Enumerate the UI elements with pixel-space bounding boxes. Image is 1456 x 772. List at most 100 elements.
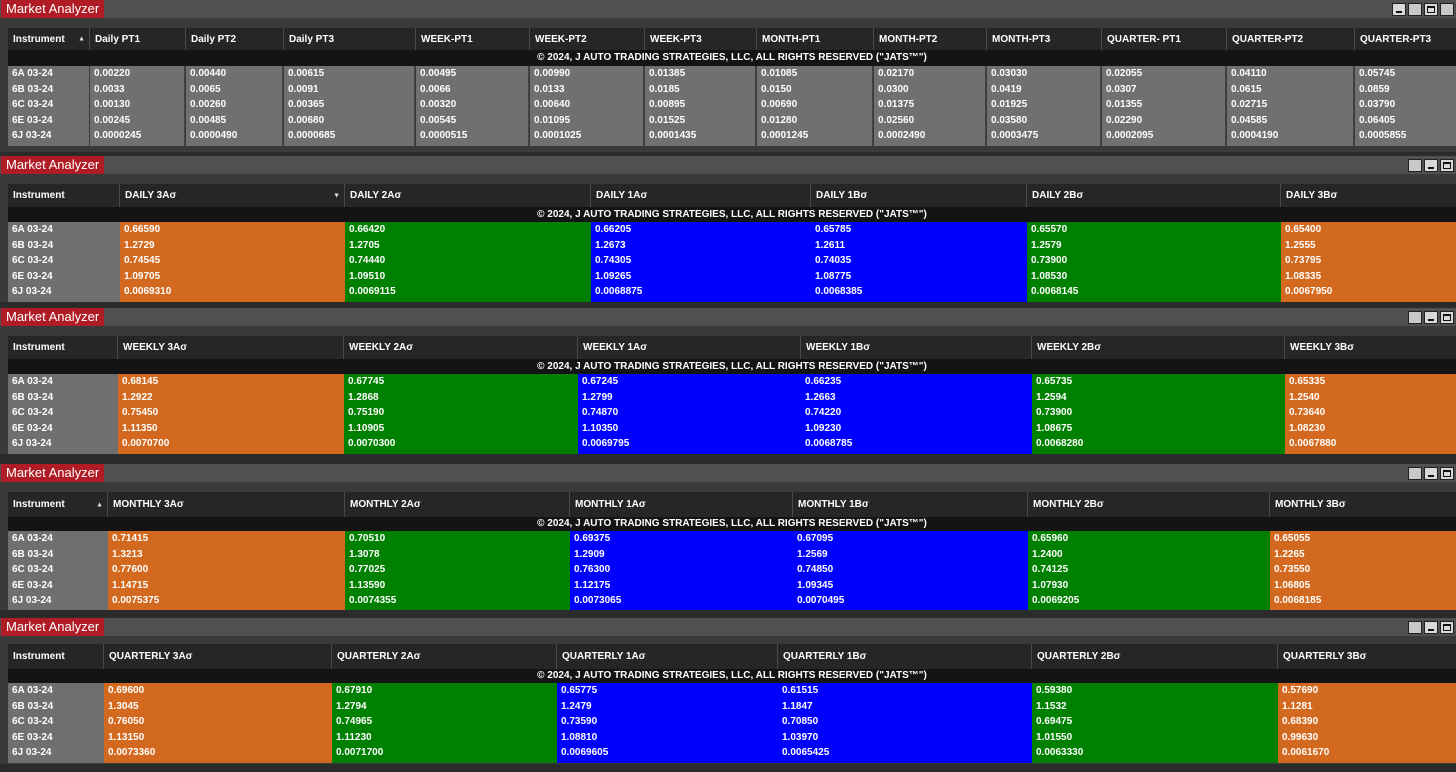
- value-cell[interactable]: 0.0070495: [793, 593, 1028, 609]
- window-titlebar[interactable]: Market Analyzer: [0, 618, 1456, 636]
- value-cell[interactable]: 0.66590: [120, 222, 345, 238]
- column-header[interactable]: DAILY 3Bσ: [1281, 184, 1456, 207]
- value-cell[interactable]: 0.00690: [757, 97, 872, 113]
- column-header[interactable]: Daily PT2: [186, 28, 284, 50]
- value-cell[interactable]: 0.0073360: [104, 745, 332, 761]
- value-cell[interactable]: 0.0071700: [332, 745, 557, 761]
- value-cell[interactable]: 0.75190: [344, 405, 578, 421]
- value-cell[interactable]: 0.73795: [1281, 253, 1456, 269]
- value-cell[interactable]: 0.0002490: [874, 128, 985, 144]
- value-cell[interactable]: 0.0065425: [778, 745, 1032, 761]
- value-cell[interactable]: 0.0066: [416, 82, 528, 98]
- value-cell[interactable]: 0.73900: [1027, 253, 1281, 269]
- column-header[interactable]: QUARTER- PT1: [1102, 28, 1227, 50]
- instrument-cell[interactable]: 6B 03-24: [8, 390, 118, 406]
- value-cell[interactable]: 0.01525: [645, 113, 755, 129]
- value-cell[interactable]: 1.2729: [120, 238, 345, 254]
- value-cell[interactable]: 1.13150: [104, 730, 332, 746]
- value-cell[interactable]: 0.0070700: [118, 436, 344, 452]
- value-cell[interactable]: 0.65335: [1285, 374, 1456, 390]
- value-cell[interactable]: 1.2794: [332, 699, 557, 715]
- column-header[interactable]: WEEK-PT1: [416, 28, 530, 50]
- column-header[interactable]: MONTHLY 1Bσ: [793, 492, 1028, 517]
- value-cell[interactable]: 0.0307: [1102, 82, 1225, 98]
- instrument-cell[interactable]: 6E 03-24: [8, 269, 120, 285]
- value-cell[interactable]: 0.75450: [118, 405, 344, 421]
- instrument-cell[interactable]: 6A 03-24: [8, 374, 118, 390]
- instrument-cell[interactable]: 6B 03-24: [8, 547, 108, 563]
- value-cell[interactable]: 0.0067950: [1281, 284, 1456, 300]
- value-cell[interactable]: 0.65400: [1281, 222, 1456, 238]
- value-cell[interactable]: 0.0073065: [570, 593, 793, 609]
- value-cell[interactable]: 1.2663: [801, 390, 1032, 406]
- value-cell[interactable]: 0.0000245: [90, 128, 184, 144]
- value-cell[interactable]: 0.0001245: [757, 128, 872, 144]
- value-cell[interactable]: 1.08335: [1281, 269, 1456, 285]
- value-cell[interactable]: 0.74850: [793, 562, 1028, 578]
- column-header[interactable]: MONTHLY 3Bσ: [1270, 492, 1456, 517]
- value-cell[interactable]: 0.01925: [987, 97, 1100, 113]
- column-header[interactable]: Instrument ▲: [8, 28, 90, 50]
- value-cell[interactable]: 0.02290: [1102, 113, 1225, 129]
- instrument-cell[interactable]: 6A 03-24: [8, 531, 108, 547]
- maximize-icon[interactable]: [1440, 159, 1454, 172]
- value-cell[interactable]: 0.73590: [557, 714, 778, 730]
- value-cell[interactable]: 0.0033: [90, 82, 184, 98]
- value-cell[interactable]: 1.13590: [345, 578, 570, 594]
- value-cell[interactable]: 1.08775: [811, 269, 1027, 285]
- value-cell[interactable]: 0.02715: [1227, 97, 1353, 113]
- value-cell[interactable]: 0.0000515: [416, 128, 528, 144]
- value-cell[interactable]: 0.02170: [874, 66, 985, 82]
- value-cell[interactable]: 0.70510: [345, 531, 570, 547]
- instrument-cell[interactable]: 6C 03-24: [8, 562, 108, 578]
- column-header[interactable]: WEEK-PT3: [645, 28, 757, 50]
- value-cell[interactable]: 1.2922: [118, 390, 344, 406]
- value-cell[interactable]: 0.65785: [811, 222, 1027, 238]
- value-cell[interactable]: 0.74870: [578, 405, 801, 421]
- column-header[interactable]: WEEKLY 3Aσ: [118, 336, 344, 359]
- value-cell[interactable]: 1.09265: [591, 269, 811, 285]
- column-header[interactable]: MONTH-PT3: [987, 28, 1102, 50]
- value-cell[interactable]: 0.74305: [591, 253, 811, 269]
- value-cell[interactable]: 0.01280: [757, 113, 872, 129]
- value-cell[interactable]: 0.76050: [104, 714, 332, 730]
- instrument-cell[interactable]: 6B 03-24: [8, 238, 120, 254]
- column-header[interactable]: QUARTERLY 3Bσ: [1278, 644, 1456, 669]
- window-titlebar[interactable]: Market Analyzer: [0, 308, 1456, 326]
- maximize-icon[interactable]: [1440, 621, 1454, 634]
- column-header[interactable]: QUARTERLY 3Aσ: [104, 644, 332, 669]
- value-cell[interactable]: 0.00680: [284, 113, 414, 129]
- value-cell[interactable]: 1.09230: [801, 421, 1032, 437]
- value-cell[interactable]: 0.74220: [801, 405, 1032, 421]
- column-header[interactable]: DAILY 3Aσ ▼: [120, 184, 345, 207]
- value-cell[interactable]: 0.66420: [345, 222, 591, 238]
- value-cell[interactable]: 0.68390: [1278, 714, 1456, 730]
- value-cell[interactable]: 0.02055: [1102, 66, 1225, 82]
- value-cell[interactable]: 0.00495: [416, 66, 528, 82]
- value-cell[interactable]: 1.09510: [345, 269, 591, 285]
- restore-icon[interactable]: [1440, 3, 1454, 16]
- value-cell[interactable]: 0.67095: [793, 531, 1028, 547]
- instrument-cell[interactable]: 6E 03-24: [8, 578, 108, 594]
- column-header[interactable]: MONTH-PT2: [874, 28, 987, 50]
- value-cell[interactable]: 0.0615: [1227, 82, 1353, 98]
- value-cell[interactable]: 0.00320: [416, 97, 528, 113]
- value-cell[interactable]: 0.03790: [1355, 97, 1456, 113]
- value-cell[interactable]: 0.74125: [1028, 562, 1270, 578]
- value-cell[interactable]: 1.09705: [120, 269, 345, 285]
- maximize-icon[interactable]: [1440, 311, 1454, 324]
- value-cell[interactable]: 0.65735: [1032, 374, 1285, 390]
- value-cell[interactable]: 0.0069310: [120, 284, 345, 300]
- value-cell[interactable]: 0.00365: [284, 97, 414, 113]
- value-cell[interactable]: 0.0075375: [108, 593, 345, 609]
- value-cell[interactable]: 1.2479: [557, 699, 778, 715]
- value-cell[interactable]: 0.0069605: [557, 745, 778, 761]
- value-cell[interactable]: 0.65775: [557, 683, 778, 699]
- value-cell[interactable]: 0.0003475: [987, 128, 1100, 144]
- column-header[interactable]: WEEKLY 2Aσ: [344, 336, 578, 359]
- value-cell[interactable]: 0.0091: [284, 82, 414, 98]
- value-cell[interactable]: 0.00990: [530, 66, 643, 82]
- value-cell[interactable]: 1.08810: [557, 730, 778, 746]
- value-cell[interactable]: 0.0065: [186, 82, 282, 98]
- value-cell[interactable]: 1.2555: [1281, 238, 1456, 254]
